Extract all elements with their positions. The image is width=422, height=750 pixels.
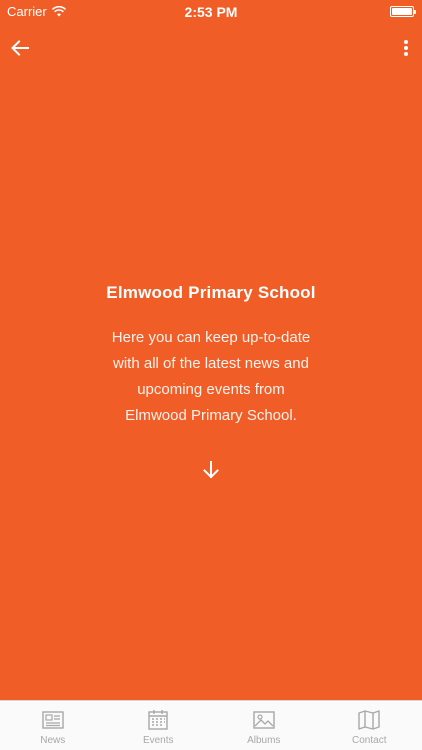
battery-tip bbox=[414, 10, 416, 14]
battery-fill bbox=[392, 8, 412, 15]
map-icon bbox=[358, 710, 380, 730]
tab-label: Albums bbox=[247, 735, 281, 746]
scroll-down-button[interactable] bbox=[199, 458, 223, 482]
tab-label: Contact bbox=[352, 735, 387, 746]
more-options-button[interactable] bbox=[394, 36, 418, 60]
status-time: 2:53 PM bbox=[184, 4, 238, 20]
tab-events[interactable]: Events bbox=[106, 701, 212, 750]
tab-news[interactable]: News bbox=[0, 701, 106, 750]
newspaper-icon bbox=[42, 711, 64, 729]
calendar-icon bbox=[148, 710, 168, 730]
intro-line: Here you can keep up-to-date bbox=[111, 329, 311, 346]
school-title: Elmwood Primary School bbox=[106, 283, 316, 302]
tab-contact[interactable]: Contact bbox=[317, 701, 422, 750]
battery-icon bbox=[390, 6, 416, 17]
more-vertical-icon bbox=[404, 40, 408, 56]
arrow-left-icon bbox=[11, 40, 29, 56]
back-button[interactable] bbox=[8, 36, 32, 60]
intro-line: Elmwood Primary School. bbox=[125, 407, 297, 424]
tab-label: News bbox=[40, 735, 66, 746]
app-screen: Carrier 2:53 PM Elmwood Primary School H… bbox=[0, 0, 422, 750]
intro-line: with all of the latest news and bbox=[113, 355, 309, 372]
arrow-down-icon bbox=[203, 461, 219, 479]
intro-section: Elmwood Primary School Here you can keep… bbox=[0, 283, 422, 429]
image-icon bbox=[253, 711, 275, 729]
intro-line: upcoming events from bbox=[137, 381, 285, 398]
intro-text: Here you can keep up-to-date with all of… bbox=[40, 325, 382, 429]
tab-albums[interactable]: Albums bbox=[211, 701, 317, 750]
tab-bar: News Events Albums Contact bbox=[0, 700, 422, 750]
tab-label: Events bbox=[142, 735, 174, 746]
status-bar: Carrier 2:53 PM bbox=[0, 0, 422, 22]
